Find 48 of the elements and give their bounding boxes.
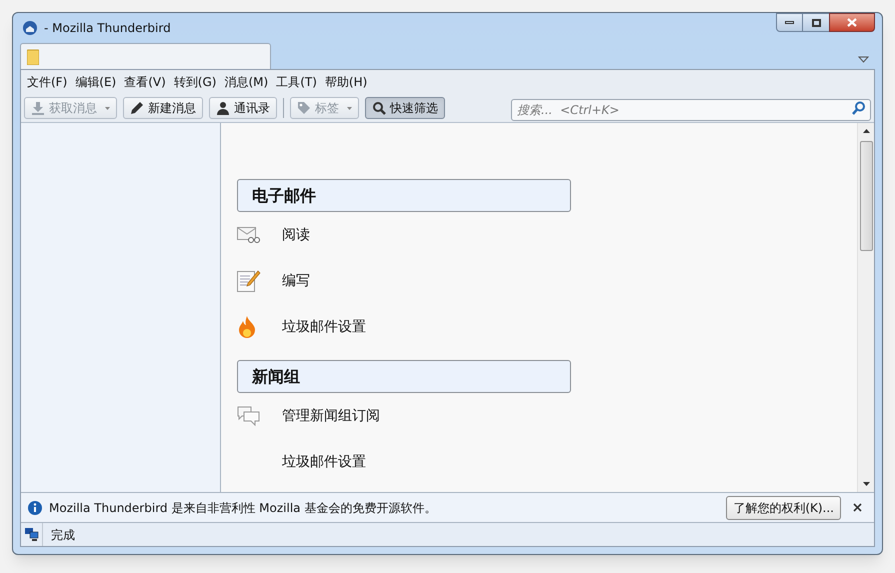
window-title: - Mozilla Thunderbird [44,20,171,37]
app-logo-icon [22,20,38,36]
maximize-button[interactable] [803,13,829,32]
dropdown-caret-icon [347,106,352,110]
scroll-up-arrow-icon[interactable] [862,129,870,133]
close-icon [847,18,857,27]
section-link[interactable]: 管理新闻组订阅 [282,406,380,426]
menu-item[interactable]: 工具(T) [272,73,321,91]
chat-bubbles-icon [237,405,261,427]
scrollbar[interactable] [857,123,874,492]
pencil-icon [130,101,144,115]
info-icon [27,500,43,516]
close-button[interactable] [829,13,875,32]
menu-item[interactable]: 消息(M) [220,73,272,91]
dropdown-caret-icon [105,106,110,110]
person-icon [216,101,230,115]
section-link[interactable]: 垃圾邮件设置 [282,452,366,472]
menu-item[interactable]: 帮助(H) [320,73,372,91]
notepad-icon [237,269,261,293]
menu-item[interactable]: 查看(V) [120,73,170,91]
menu-item[interactable]: 编辑(E) [71,73,120,91]
folder-icon [27,48,39,64]
section-header: 新闻组 [237,360,571,393]
section-link[interactable]: 阅读 [282,224,310,246]
status-text: 完成 [51,526,75,544]
rights-button[interactable]: 了解您的权利(K)... [726,496,841,520]
section-link[interactable]: 垃圾邮件设置 [282,316,366,338]
toolbar-button[interactable]: 快速筛选 [365,97,445,119]
envelope-icon [237,227,261,243]
search-icon [852,101,866,115]
menu-item[interactable]: 文件(F) [23,73,72,91]
tag-icon [297,101,311,115]
section-header: 电子邮件 [237,179,571,212]
search-field[interactable]: 搜索... <Ctrl+K> [511,99,871,121]
notification-message: Mozilla Thunderbird 是来自非营利性 Mozilla 基金会的免费开源软件。 [49,500,436,516]
menu-item[interactable]: 转到(G) [170,73,220,91]
minimize-button[interactable] [776,13,803,32]
scroll-down-arrow-icon[interactable] [862,482,870,486]
toolbar-button[interactable]: 新建消息 [123,97,203,119]
section-link[interactable]: 编写 [282,270,310,292]
tab-list-icon[interactable] [858,56,869,63]
toolbar-button[interactable]: 通讯录 [209,97,277,119]
flame-icon [237,315,257,339]
network-icon [24,528,38,541]
search-icon [372,101,386,115]
close-icon[interactable] [853,503,862,512]
download-icon [31,101,45,115]
scrollbar-thumb[interactable] [860,141,872,251]
